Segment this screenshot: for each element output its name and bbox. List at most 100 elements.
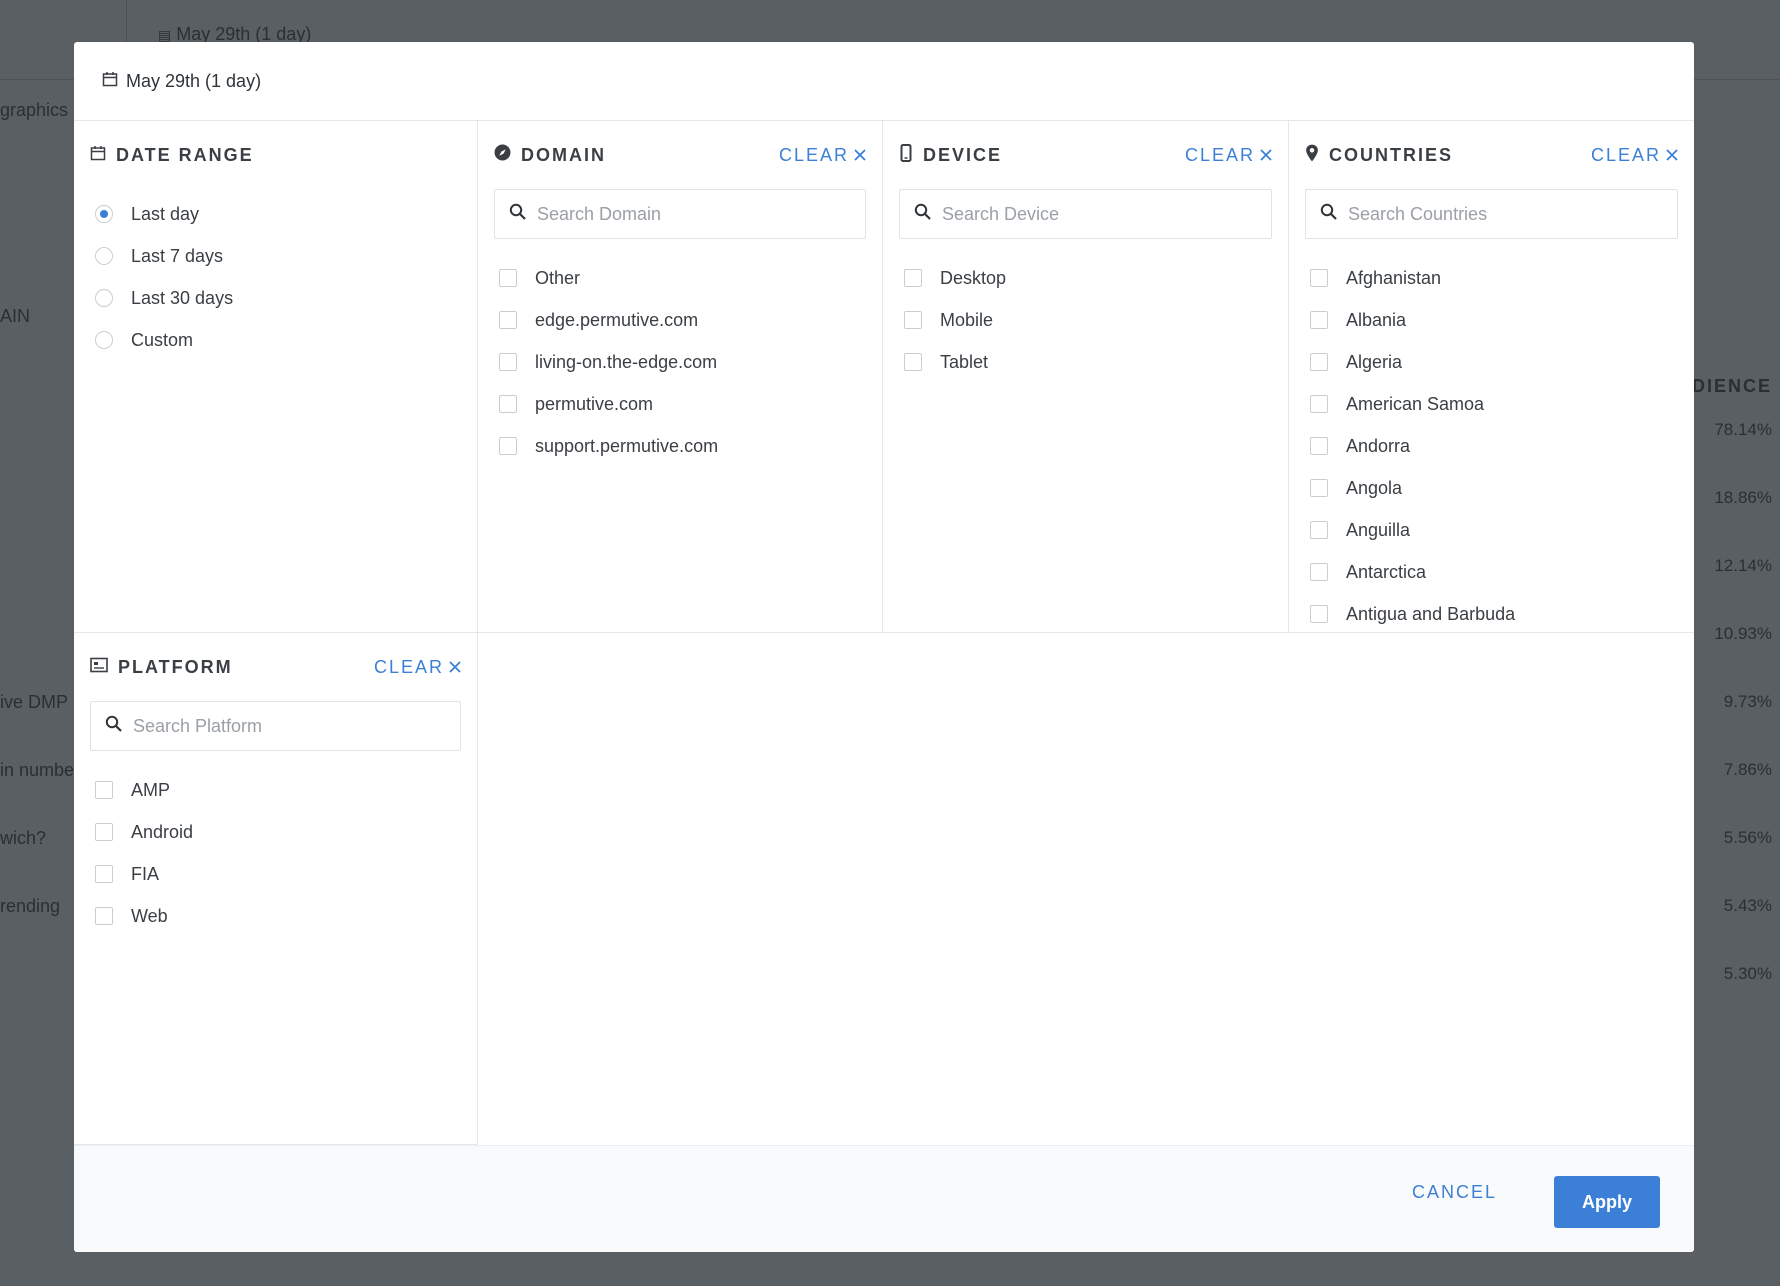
country-option[interactable]: Andorra (1305, 425, 1678, 467)
search-icon (1320, 203, 1338, 226)
platform-option[interactable]: AMP (90, 769, 461, 811)
countries-clear-button[interactable]: CLEAR (1591, 145, 1678, 166)
domain-option[interactable]: support.permutive.com (494, 425, 866, 467)
background-percentage: 10.93% (1714, 624, 1772, 643)
compass-icon (494, 144, 511, 166)
countries-search-input[interactable] (1348, 203, 1648, 225)
country-option[interactable]: Anguilla (1305, 509, 1678, 551)
domain-search-box (494, 189, 866, 239)
checkbox[interactable] (499, 395, 517, 413)
checkbox[interactable] (95, 823, 113, 841)
date-range-panel: DATE RANGE Last day Last 7 days Last 30 … (74, 121, 478, 633)
checkbox[interactable] (1310, 395, 1328, 413)
option-label: Antigua and Barbuda (1346, 603, 1516, 624)
modal-footer: CANCEL Apply (74, 1145, 1694, 1252)
checkbox[interactable] (1310, 353, 1328, 371)
radio-custom[interactable]: Custom (90, 319, 461, 361)
checkbox[interactable] (1310, 437, 1328, 455)
background-percentage: 18.86% (1714, 488, 1772, 507)
checkbox[interactable] (904, 353, 922, 371)
device-options: Desktop Mobile Tablet (899, 257, 1272, 383)
clear-label: CLEAR (1590, 144, 1661, 165)
close-icon (854, 145, 866, 166)
platform-search-box (90, 701, 461, 751)
background-fragment: ive DMP (0, 692, 69, 712)
background-fragment: wich? (0, 828, 47, 848)
checkbox[interactable] (1310, 479, 1328, 497)
radio-last-7-days[interactable]: Last 7 days (90, 235, 461, 277)
device-option[interactable]: Desktop (899, 257, 1272, 299)
platform-option[interactable]: FIA (90, 853, 461, 895)
radio-button[interactable] (95, 289, 113, 307)
background-fragment: rending (0, 896, 61, 916)
checkbox[interactable] (95, 781, 113, 799)
date-range-title: DATE RANGE (116, 144, 254, 165)
checkbox[interactable] (499, 353, 517, 371)
checkbox[interactable] (95, 907, 113, 925)
option-label: AMP (131, 779, 171, 800)
platform-clear-button[interactable]: CLEAR (374, 657, 461, 678)
date-range-options: Last day Last 7 days Last 30 days Custom (90, 193, 461, 361)
apply-button[interactable]: Apply (1554, 1176, 1660, 1228)
device-option[interactable]: Tablet (899, 341, 1272, 383)
device-option[interactable]: Mobile (899, 299, 1272, 341)
filter-grid: DATE RANGE Last day Last 7 days Last 30 … (74, 121, 1694, 1145)
background-percentage: 12.14% (1714, 556, 1772, 575)
checkbox[interactable] (499, 437, 517, 455)
checkbox[interactable] (1310, 521, 1328, 539)
search-icon (105, 715, 123, 738)
device-clear-button[interactable]: CLEAR (1185, 145, 1272, 166)
domain-search-input[interactable] (537, 203, 837, 225)
checkbox[interactable] (1310, 605, 1328, 623)
cancel-button[interactable]: CANCEL (1412, 1182, 1497, 1203)
modal-header: May 29th (1 day) (74, 42, 1694, 121)
platform-search-input[interactable] (133, 715, 433, 737)
close-icon (1260, 145, 1272, 166)
device-panel: DEVICE CLEAR Desktop Mobile Tablet (883, 121, 1289, 633)
platform-option[interactable]: Web (90, 895, 461, 937)
calendar-icon (102, 71, 118, 92)
country-option[interactable]: Angola (1305, 467, 1678, 509)
domain-option[interactable]: edge.permutive.com (494, 299, 866, 341)
radio-button[interactable] (95, 205, 113, 223)
domain-option[interactable]: living-on.the-edge.com (494, 341, 866, 383)
mobile-phone-icon (899, 143, 913, 167)
country-option[interactable]: Antarctica (1305, 551, 1678, 593)
background-fragment: AIN (0, 306, 31, 326)
option-label: Desktop (940, 267, 1007, 288)
checkbox[interactable] (1310, 269, 1328, 287)
checkbox[interactable] (1310, 311, 1328, 329)
domain-option[interactable]: Other (494, 257, 866, 299)
country-option[interactable]: Afghanistan (1305, 257, 1678, 299)
map-pin-icon (1305, 144, 1319, 167)
checkbox[interactable] (904, 269, 922, 287)
search-icon (914, 203, 932, 226)
country-option[interactable]: American Samoa (1305, 383, 1678, 425)
platform-option[interactable]: Android (90, 811, 461, 853)
checkbox[interactable] (95, 865, 113, 883)
device-search-input[interactable] (942, 203, 1242, 225)
country-option[interactable]: Albania (1305, 299, 1678, 341)
radio-button[interactable] (95, 247, 113, 265)
country-option[interactable]: Algeria (1305, 341, 1678, 383)
radio-last-30-days[interactable]: Last 30 days (90, 277, 461, 319)
close-icon (1666, 145, 1678, 166)
radio-last-day[interactable]: Last day (90, 193, 461, 235)
radio-button[interactable] (95, 331, 113, 349)
option-label: Afghanistan (1346, 267, 1442, 288)
empty-filter-area (478, 633, 1694, 1145)
checkbox[interactable] (499, 269, 517, 287)
option-label: permutive.com (535, 393, 654, 414)
platform-options: AMP Android FIA Web (90, 769, 461, 937)
country-option[interactable]: Antigua and Barbuda (1305, 593, 1678, 635)
option-label: Web (131, 905, 168, 926)
checkbox[interactable] (499, 311, 517, 329)
checkbox[interactable] (904, 311, 922, 329)
countries-title: COUNTRIES (1329, 144, 1454, 165)
checkbox[interactable] (1310, 563, 1328, 581)
option-label: Mobile (940, 309, 994, 330)
domain-option[interactable]: permutive.com (494, 383, 866, 425)
domain-clear-button[interactable]: CLEAR (779, 145, 866, 166)
domain-header: DOMAIN CLEAR (494, 143, 866, 167)
domain-title: DOMAIN (521, 144, 606, 165)
